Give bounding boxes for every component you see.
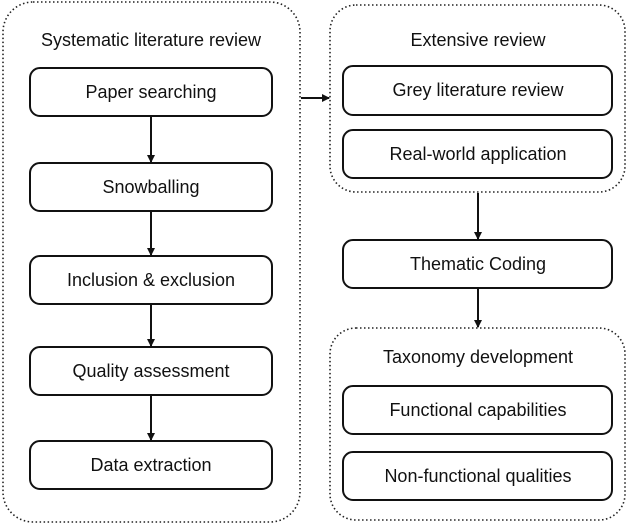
taxonomy-group: Taxonomy development Functional capabili… [329, 327, 626, 521]
systematic-review-title: Systematic literature review [41, 30, 262, 50]
extensive-review-title: Extensive review [410, 30, 546, 50]
paper-searching-label: Paper searching [85, 82, 216, 102]
data-extraction-label: Data extraction [90, 455, 211, 475]
thematic-coding-label: Thematic Coding [410, 254, 546, 274]
snowballing-label: Snowballing [102, 177, 199, 197]
quality-assessment-label: Quality assessment [72, 361, 229, 381]
functional-capabilities-label: Functional capabilities [389, 400, 566, 420]
inclusion-exclusion-label: Inclusion & exclusion [67, 270, 235, 290]
real-world-application-label: Real-world application [389, 144, 566, 164]
taxonomy-title: Taxonomy development [383, 347, 573, 367]
grey-literature-label: Grey literature review [392, 80, 564, 100]
non-functional-qualities-label: Non-functional qualities [384, 466, 571, 486]
systematic-review-group: Systematic literature review Paper searc… [2, 1, 301, 523]
methodology-diagram: Systematic literature review Paper searc… [2, 1, 626, 523]
extensive-review-group: Extensive review Grey literature review … [329, 4, 626, 193]
